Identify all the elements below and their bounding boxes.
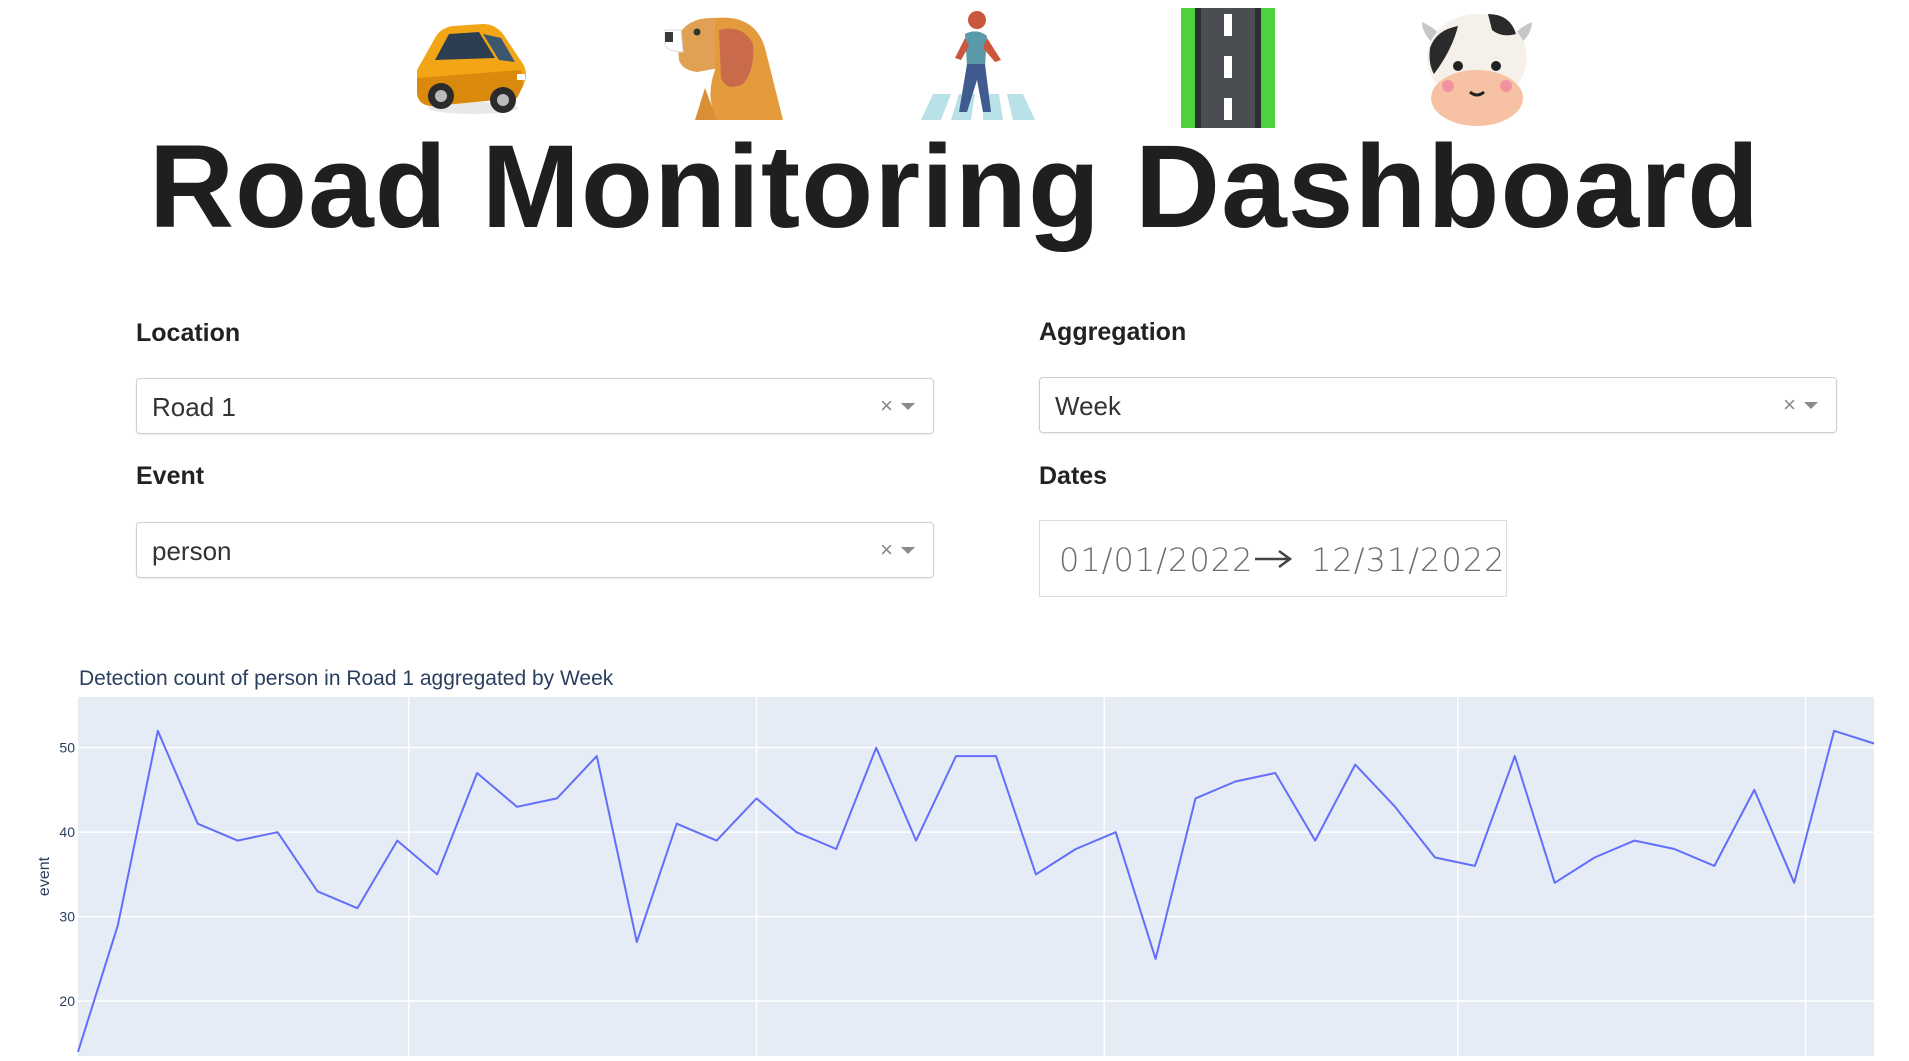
y-tick-label: 50 bbox=[59, 740, 75, 756]
dashboard: Road Monitoring Dashboard Location Road … bbox=[0, 0, 1909, 1061]
detection-line-chart: 20304050Mar 2022May 2022Jul 2022Sep 2022… bbox=[36, 697, 1875, 1061]
y-tick-label: 30 bbox=[59, 909, 75, 925]
y-tick-label: 20 bbox=[59, 993, 75, 1009]
y-axis-label: event bbox=[36, 856, 53, 896]
y-tick-label: 40 bbox=[59, 824, 75, 840]
plot-background bbox=[78, 697, 1874, 1056]
